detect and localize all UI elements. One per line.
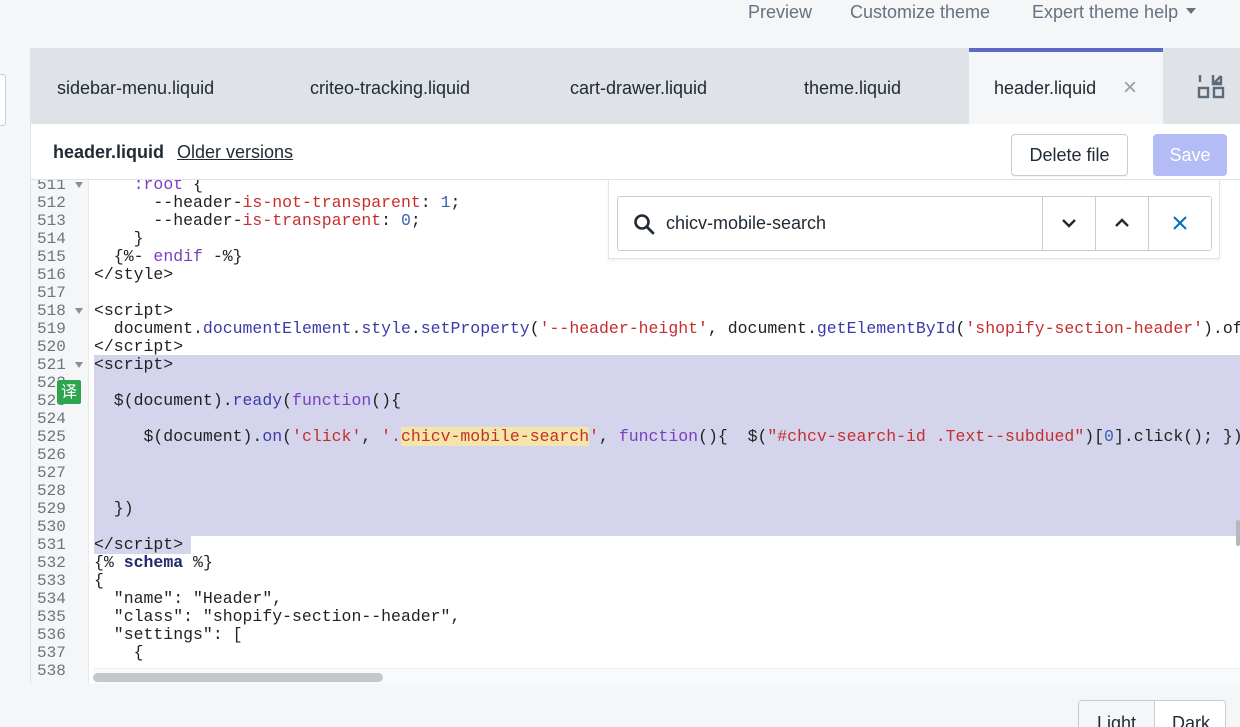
search-icon <box>634 214 655 235</box>
fold-arrow-icon <box>75 182 83 188</box>
chevron-down-icon <box>1062 219 1076 228</box>
code-line: 534 "name": "Header", <box>37 589 283 609</box>
top-bar: Preview Customize theme Expert theme hel… <box>0 0 1240 48</box>
tab-theme[interactable]: theme.liquid <box>741 48 969 124</box>
code-line: 517 <box>37 284 66 302</box>
code-line: 519 document.documentElement.style.setPr… <box>37 319 1240 339</box>
customize-theme-link[interactable]: Customize theme <box>850 0 990 24</box>
older-versions-link[interactable]: Older versions <box>177 142 293 163</box>
code-line: 526 <box>37 446 66 464</box>
code-line: 529 }) <box>37 499 134 519</box>
expert-theme-help-label: Expert theme help <box>1032 2 1179 22</box>
horizontal-scrollbar[interactable] <box>93 668 1240 684</box>
fold-arrow-icon <box>75 308 83 314</box>
find-field <box>617 196 1212 251</box>
sidebar-edge <box>0 74 6 126</box>
code-editor[interactable]: 511 :root { 512 --header-is-not-transpar… <box>31 180 1240 684</box>
code-line: 531 </script> <box>37 535 184 555</box>
close-icon <box>1173 216 1187 230</box>
editor-theme-toggle: Light Dark <box>1078 700 1226 727</box>
code-line: 532 {% schema %} <box>37 553 213 573</box>
find-widget <box>608 180 1220 259</box>
close-tab-icon[interactable]: × <box>1123 52 1137 124</box>
find-input[interactable] <box>666 197 1036 250</box>
code-line: 521 <script> <box>37 355 174 375</box>
delete-file-button[interactable]: Delete file <box>1011 134 1128 176</box>
file-tabs: sidebar-menu.liquid criteo-tracking.liqu… <box>31 48 1240 124</box>
find-next-button[interactable] <box>1042 197 1095 250</box>
code-line: 527 <box>37 464 66 482</box>
find-close-button[interactable] <box>1148 197 1211 250</box>
preview-link[interactable]: Preview <box>748 0 812 24</box>
tab-label: header.liquid <box>994 78 1097 98</box>
tab-label: sidebar-menu.liquid <box>57 78 215 98</box>
code-line: 522 <box>37 374 66 392</box>
code-line: 535 "class": "shopify-section--header", <box>37 607 461 627</box>
expert-theme-help-dropdown[interactable]: Expert theme help <box>1032 0 1197 24</box>
code-editor-panel: sidebar-menu.liquid criteo-tracking.liqu… <box>30 48 1240 684</box>
tab-header[interactable]: header.liquid × <box>969 48 1163 124</box>
caret-down-icon <box>1186 8 1197 15</box>
file-title: header.liquid <box>53 142 165 162</box>
find-previous-button[interactable] <box>1095 197 1148 250</box>
tab-criteo-tracking[interactable]: criteo-tracking.liquid <box>257 48 515 124</box>
code-line: 537 { <box>37 643 144 663</box>
code-line: 530 <box>37 518 66 536</box>
tab-label: theme.liquid <box>804 78 902 98</box>
dark-theme-button[interactable]: Dark <box>1155 701 1225 727</box>
code-line: 520 </script> <box>37 337 184 357</box>
code-line: 533{ <box>37 571 104 591</box>
file-toolbar: header.liquid Older versions Delete file… <box>31 124 1240 180</box>
tab-cart-drawer[interactable]: cart-drawer.liquid <box>515 48 741 124</box>
tab-label: criteo-tracking.liquid <box>310 78 471 98</box>
tab-sidebar-menu[interactable]: sidebar-menu.liquid <box>31 48 257 124</box>
code-line: 524 <box>37 410 66 428</box>
chevron-up-icon <box>1115 218 1129 227</box>
save-button[interactable]: Save <box>1153 134 1227 176</box>
code-line: 523 $(document).ready(function(){ <box>37 391 401 411</box>
code-line: 528 <box>37 482 66 500</box>
scrollbar-thumb[interactable] <box>93 673 383 682</box>
code-line: 516 </style> <box>37 265 174 285</box>
translate-badge-icon[interactable]: 译 <box>57 380 81 404</box>
code-line: 536 "settings": [ <box>37 625 243 645</box>
code-line: 518 <script> <box>37 301 174 321</box>
fold-arrow-icon <box>75 362 83 368</box>
code-line: 525 $(document).on('click', '.chicv-mobi… <box>37 427 1240 446</box>
light-theme-button[interactable]: Light <box>1079 701 1155 727</box>
tab-label: cart-drawer.liquid <box>570 78 708 98</box>
collapse-editor-icon[interactable] <box>1197 72 1225 100</box>
vertical-scrollbar[interactable] <box>1236 520 1240 546</box>
